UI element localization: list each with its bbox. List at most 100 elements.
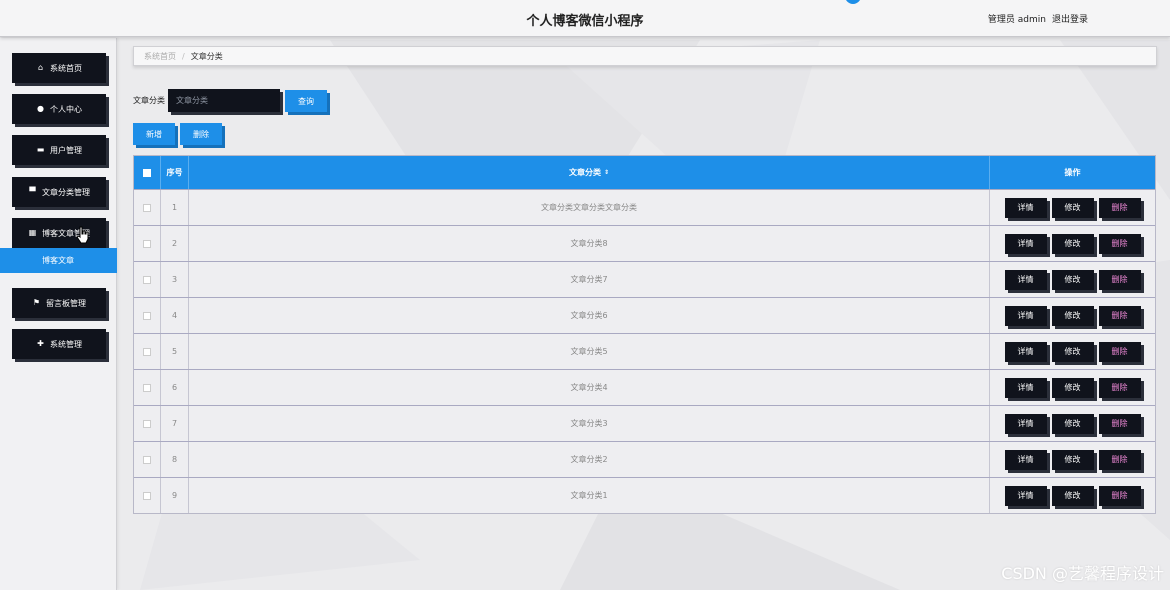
row-checkbox[interactable]	[143, 275, 151, 284]
sidebar-item-article-categories[interactable]: ▀ 文章分类管理	[12, 177, 106, 207]
category-table: 序号 文章分类 ⇕ 操作 1 文章分类文章分类文章分类 详情 修改 删除 2 文章分类8 详情…	[133, 155, 1156, 514]
delete-button[interactable]: 删除	[1098, 413, 1141, 434]
delete-button[interactable]: 删除	[1098, 377, 1141, 398]
sidebar-item-label: 系统管理	[50, 339, 82, 349]
edit-button[interactable]: 修改	[1051, 305, 1094, 326]
delete-button[interactable]: 删除	[1098, 233, 1141, 254]
monitor-icon: ▀	[29, 187, 36, 196]
detail-button[interactable]: 详情	[1004, 269, 1047, 290]
sidebar: ⌂ 系统首页 ● 个人中心 ▬ 用户管理 ▀ 文章分类管理 ▦ 博客文章管理 博…	[0, 38, 117, 590]
row-category-name: 文章分类4	[189, 370, 990, 405]
grid-icon: ▦	[28, 228, 37, 237]
row-ops: 详情 修改 删除	[990, 334, 1155, 369]
table-row: 3 文章分类7 详情 修改 删除	[134, 261, 1155, 297]
sidebar-item-label: 留言板管理	[46, 298, 86, 308]
row-checkbox[interactable]	[143, 311, 151, 320]
edit-button[interactable]: 修改	[1051, 341, 1094, 362]
row-checkbox[interactable]	[143, 347, 151, 356]
breadcrumb-home[interactable]: 系统首页	[144, 51, 176, 62]
table-row: 4 文章分类6 详情 修改 删除	[134, 297, 1155, 333]
column-header-name-label: 文章分类	[568, 168, 601, 177]
table-body: 1 文章分类文章分类文章分类 详情 修改 删除 2 文章分类8 详情 修改 删除 3 文章分类7 详情修…	[134, 189, 1155, 513]
table-row: 1 文章分类文章分类文章分类 详情 修改 删除	[134, 189, 1155, 225]
select-all-checkbox[interactable]	[143, 168, 151, 177]
row-checkbox-cell	[134, 370, 161, 405]
sidebar-item-label: 文章分类管理	[42, 187, 90, 197]
row-ops: 详情 修改 删除	[990, 370, 1155, 405]
edit-button[interactable]: 修改	[1051, 377, 1094, 398]
sort-icon[interactable]: ⇕	[604, 169, 609, 176]
row-category-name: 文章分类文章分类文章分类	[189, 190, 990, 225]
row-checkbox-cell	[134, 262, 161, 297]
row-checkbox-cell	[134, 478, 161, 513]
batch-delete-button[interactable]: 删除	[180, 123, 222, 145]
row-category-name: 文章分类2	[189, 442, 990, 477]
header-accent-dot	[845, 0, 861, 4]
row-category-name: 文章分类7	[189, 262, 990, 297]
row-ops: 详情 修改 删除	[990, 298, 1155, 333]
row-checkbox-cell	[134, 442, 161, 477]
row-checkbox-cell	[134, 406, 161, 441]
table-row: 2 文章分类8 详情 修改 删除	[134, 225, 1155, 261]
row-checkbox-cell	[134, 334, 161, 369]
submenu-item-blog-article[interactable]: 博客文章	[0, 248, 117, 273]
detail-button[interactable]: 详情	[1004, 449, 1047, 470]
add-button[interactable]: 新增	[133, 123, 175, 145]
sidebar-item-system[interactable]: ✚ 系统管理	[12, 329, 106, 359]
delete-button[interactable]: 删除	[1098, 449, 1141, 470]
detail-button[interactable]: 详情	[1004, 197, 1047, 218]
row-checkbox[interactable]	[143, 455, 151, 464]
edit-button[interactable]: 修改	[1051, 485, 1094, 506]
delete-button[interactable]: 删除	[1098, 485, 1141, 506]
edit-button[interactable]: 修改	[1051, 233, 1094, 254]
sidebar-item-home[interactable]: ⌂ 系统首页	[12, 53, 106, 83]
detail-button[interactable]: 详情	[1004, 485, 1047, 506]
detail-button[interactable]: 详情	[1004, 233, 1047, 254]
column-header-index: 序号	[161, 156, 189, 189]
row-index: 3	[161, 262, 189, 297]
row-checkbox[interactable]	[143, 203, 151, 212]
header-checkbox-cell	[134, 156, 161, 189]
detail-button[interactable]: 详情	[1004, 377, 1047, 398]
edit-button[interactable]: 修改	[1051, 449, 1094, 470]
flag-icon: ⚑	[32, 298, 41, 307]
search-input[interactable]	[168, 89, 280, 112]
detail-button[interactable]: 详情	[1004, 305, 1047, 326]
row-ops: 详情 修改 删除	[990, 226, 1155, 261]
edit-button[interactable]: 修改	[1051, 197, 1094, 218]
row-index: 9	[161, 478, 189, 513]
sidebar-item-message-board[interactable]: ⚑ 留言板管理	[12, 288, 106, 318]
delete-button[interactable]: 删除	[1098, 269, 1141, 290]
delete-button[interactable]: 删除	[1098, 305, 1141, 326]
sidebar-item-blog-articles[interactable]: ▦ 博客文章管理	[12, 218, 106, 248]
top-header: 个人博客微信小程序 管理员 admin 退出登录	[0, 0, 1170, 37]
user-label: 管理员 admin	[987, 15, 1046, 25]
row-checkbox-cell	[134, 190, 161, 225]
delete-button[interactable]: 删除	[1098, 197, 1141, 218]
row-index: 4	[161, 298, 189, 333]
column-header-name[interactable]: 文章分类 ⇕	[189, 156, 990, 189]
row-index: 5	[161, 334, 189, 369]
detail-button[interactable]: 详情	[1004, 341, 1047, 362]
sidebar-item-label: 用户管理	[50, 145, 82, 155]
watermark: CSDN @艺馨程序设计	[1001, 564, 1164, 583]
row-index: 8	[161, 442, 189, 477]
sidebar-item-profile[interactable]: ● 个人中心	[12, 94, 106, 124]
row-checkbox[interactable]	[143, 383, 151, 392]
edit-button[interactable]: 修改	[1051, 413, 1094, 434]
row-checkbox[interactable]	[143, 419, 151, 428]
detail-button[interactable]: 详情	[1004, 413, 1047, 434]
edit-button[interactable]: 修改	[1051, 269, 1094, 290]
table-header: 序号 文章分类 ⇕ 操作	[134, 156, 1155, 189]
sidebar-item-users[interactable]: ▬ 用户管理	[12, 135, 106, 165]
row-checkbox[interactable]	[143, 239, 151, 248]
logout-link[interactable]: 退出登录	[1052, 12, 1088, 25]
row-index: 1	[161, 190, 189, 225]
row-checkbox[interactable]	[143, 491, 151, 500]
query-button[interactable]: 查询	[285, 90, 327, 112]
user-icon: ●	[37, 104, 44, 113]
delete-button[interactable]: 删除	[1098, 341, 1141, 362]
row-ops: 详情 修改 删除	[990, 262, 1155, 297]
sidebar-item-label: 系统首页	[50, 63, 82, 73]
breadcrumb-separator: /	[182, 51, 185, 61]
